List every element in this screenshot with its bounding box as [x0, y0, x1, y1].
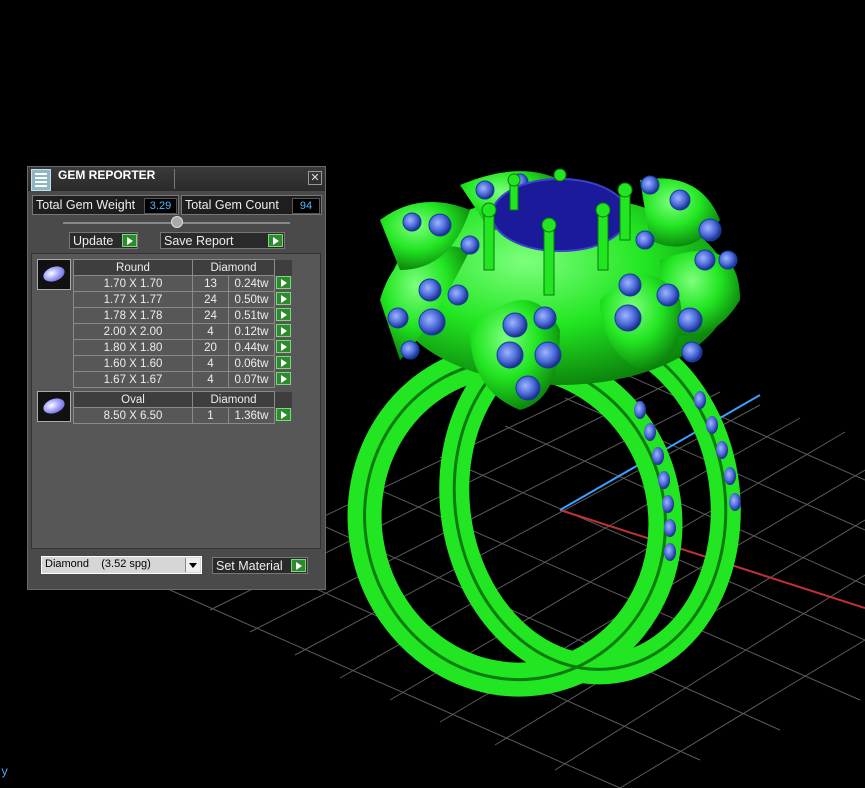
play-arrow-icon: [276, 323, 291, 337]
table-row: 1.80 X 1.80 20 0.44tw: [73, 339, 292, 356]
size-cell: 1.60 X 1.60: [73, 355, 193, 372]
table-row: 1.70 X 1.70 13 0.24tw: [73, 275, 292, 292]
size-cell: 1.78 X 1.78: [73, 307, 193, 324]
select-gem-button[interactable]: [275, 275, 292, 292]
material-header: Diamond: [192, 391, 275, 408]
chevron-down-icon[interactable]: [185, 558, 200, 572]
table-row: 8.50 X 6.50 1 1.36tw: [73, 407, 292, 424]
save-report-button[interactable]: Save Report: [160, 232, 285, 249]
weight-cell: 0.06tw: [228, 355, 275, 372]
table-row: 1.77 X 1.77 24 0.50tw: [73, 291, 292, 308]
play-arrow-icon: [276, 407, 291, 421]
round-gem-thumbnail: [37, 259, 71, 290]
count-cell: 4: [192, 371, 229, 388]
close-icon[interactable]: ✕: [308, 171, 322, 185]
oval-gem-table: Oval Diamond 8.50 X 6.50 1 1.36tw: [73, 391, 292, 424]
size-cell: 1.70 X 1.70: [73, 275, 193, 292]
weight-cell: 0.51tw: [228, 307, 275, 324]
save-report-button-label: Save Report: [164, 234, 234, 248]
play-arrow-icon: [268, 234, 283, 247]
table-row: 1.67 X 1.67 4 0.07tw: [73, 371, 292, 388]
play-arrow-icon: [276, 371, 291, 385]
set-material-button-label: Set Material: [216, 559, 283, 573]
count-cell: 24: [192, 307, 229, 324]
table-row: 1.60 X 1.60 4 0.06tw: [73, 355, 292, 372]
count-cell: 1: [192, 407, 229, 424]
update-button-label: Update: [73, 234, 114, 248]
size-cell: 1.80 X 1.80: [73, 339, 193, 356]
total-weight-value: 3.29: [144, 198, 177, 214]
play-arrow-icon: [276, 339, 291, 353]
select-gem-button[interactable]: [275, 407, 292, 424]
weight-cell: 0.07tw: [228, 371, 275, 388]
weight-cell: 1.36tw: [228, 407, 275, 424]
count-cell: 20: [192, 339, 229, 356]
select-gem-button[interactable]: [275, 355, 292, 372]
total-weight-box: Total Gem Weight 3.29: [32, 195, 179, 215]
select-gem-button[interactable]: [275, 291, 292, 308]
total-count-box: Total Gem Count 94: [181, 195, 322, 215]
size-cell: 8.50 X 6.50: [73, 407, 193, 424]
play-arrow-icon: [276, 275, 291, 289]
gem-list-area: Round Diamond 1.70 X 1.70 13 0.24tw 1.77…: [31, 253, 321, 549]
play-arrow-icon: [276, 355, 291, 369]
shape-header: Oval: [73, 391, 193, 408]
material-dropdown-value: Diamond (3.52 spg): [45, 558, 151, 570]
select-gem-button[interactable]: [275, 323, 292, 340]
oval-gem-thumbnail: [37, 391, 71, 422]
count-cell: 24: [192, 291, 229, 308]
splitter-handle[interactable]: [171, 216, 183, 228]
axis-indicator-label: y: [1, 765, 9, 779]
weight-cell: 0.44tw: [228, 339, 275, 356]
play-arrow-icon: [122, 234, 137, 247]
weight-cell: 0.12tw: [228, 323, 275, 340]
update-button[interactable]: Update: [69, 232, 138, 249]
size-cell: 2.00 X 2.00: [73, 323, 193, 340]
total-count-label: Total Gem Count: [185, 198, 279, 212]
size-cell: 1.67 X 1.67: [73, 371, 193, 388]
shape-header: Round: [73, 259, 193, 276]
count-cell: 4: [192, 355, 229, 372]
select-gem-button[interactable]: [275, 371, 292, 388]
material-dropdown[interactable]: Diamond (3.52 spg): [41, 556, 202, 574]
table-row: 1.78 X 1.78 24 0.51tw: [73, 307, 292, 324]
round-gem-table: Round Diamond 1.70 X 1.70 13 0.24tw 1.77…: [73, 259, 292, 388]
select-gem-button[interactable]: [275, 307, 292, 324]
play-arrow-icon: [291, 559, 306, 572]
select-gem-button[interactable]: [275, 339, 292, 356]
count-cell: 13: [192, 275, 229, 292]
weight-cell: 0.50tw: [228, 291, 275, 308]
table-row: 2.00 X 2.00 4 0.12tw: [73, 323, 292, 340]
gem-reporter-panel: GEM REPORTER ✕ Total Gem Weight 3.29 Tot…: [27, 166, 326, 590]
window-title: GEM REPORTER: [58, 168, 156, 182]
title-bar[interactable]: GEM REPORTER ✕: [28, 167, 325, 191]
weight-cell: 0.24tw: [228, 275, 275, 292]
set-material-button[interactable]: Set Material: [212, 557, 308, 574]
total-weight-label: Total Gem Weight: [36, 198, 136, 212]
title-separator: [174, 169, 175, 189]
count-cell: 4: [192, 323, 229, 340]
material-header: Diamond: [192, 259, 275, 276]
size-cell: 1.77 X 1.77: [73, 291, 193, 308]
play-arrow-icon: [276, 291, 291, 305]
gem-reporter-app-icon: [31, 169, 51, 191]
play-arrow-icon: [276, 307, 291, 321]
total-count-value: 94: [292, 198, 320, 214]
